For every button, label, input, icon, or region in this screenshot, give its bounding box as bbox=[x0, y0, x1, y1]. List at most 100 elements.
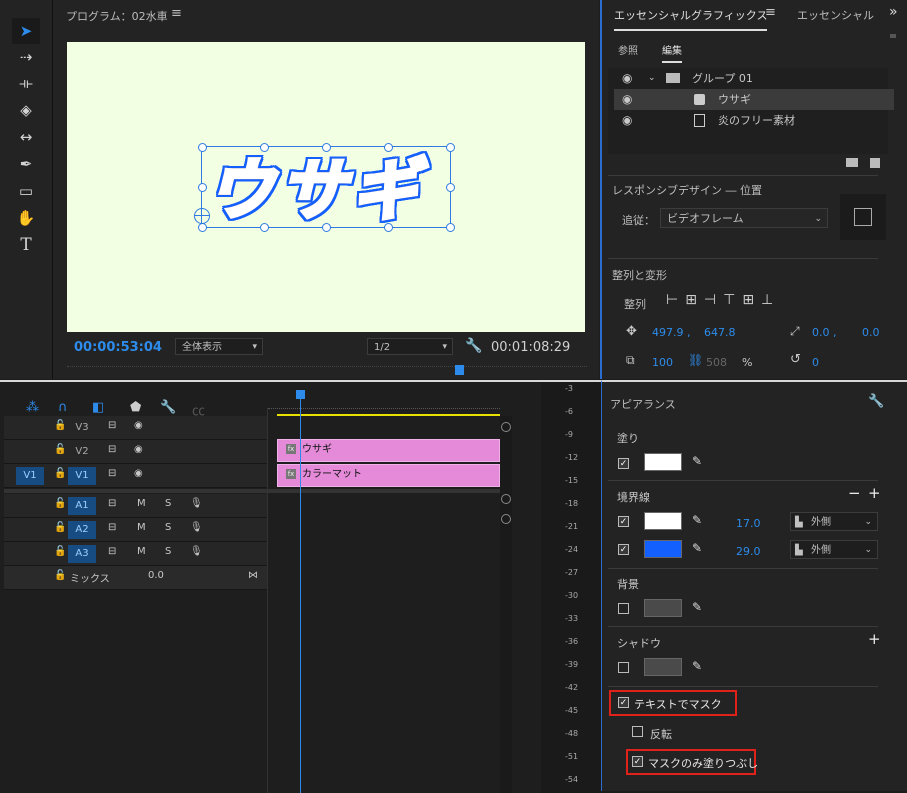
track-header-v2[interactable]: 🔓 V2 ⊟ ◉ bbox=[4, 440, 267, 464]
stroke1-checkbox[interactable]: ✓ bbox=[618, 516, 629, 527]
vertical-scrollbar[interactable] bbox=[500, 416, 512, 793]
lock-icon[interactable]: 🔓 bbox=[54, 420, 66, 431]
anchor-point-icon[interactable] bbox=[194, 208, 210, 224]
fill-color-swatch[interactable] bbox=[644, 453, 682, 471]
sync-lock-icon[interactable]: ⊟ bbox=[108, 444, 116, 455]
mask-text-checkbox[interactable]: ✓ bbox=[618, 697, 629, 708]
follow-dropdown[interactable]: ビデオフレーム ⌄ bbox=[660, 208, 828, 228]
stroke2-checkbox[interactable]: ✓ bbox=[618, 544, 629, 555]
pen-tool-icon[interactable]: ✒ bbox=[12, 151, 40, 177]
sync-lock-icon[interactable]: ⊟ bbox=[108, 546, 116, 557]
eye-icon[interactable]: ◉ bbox=[134, 444, 143, 455]
eyedropper-icon[interactable]: ✎ bbox=[692, 541, 702, 555]
lock-icon[interactable]: 🔓 bbox=[54, 468, 66, 479]
video-canvas[interactable]: ウサギ bbox=[67, 42, 585, 332]
align-buttons-icon[interactable]: ⊢⊞⊣⊤⊞⊥ bbox=[666, 292, 780, 308]
scale-value[interactable]: 100 bbox=[652, 356, 673, 369]
transform-handle[interactable] bbox=[198, 223, 207, 232]
eyedropper-icon[interactable]: ✎ bbox=[692, 659, 702, 673]
lock-icon[interactable]: 🔓 bbox=[54, 498, 66, 509]
playhead-handle[interactable] bbox=[296, 390, 305, 399]
scroll-handle[interactable] bbox=[501, 514, 511, 524]
program-time-ruler[interactable] bbox=[67, 366, 587, 377]
lock-icon[interactable]: 🔓 bbox=[54, 444, 66, 455]
wrench-icon[interactable]: 🔧 bbox=[465, 338, 482, 354]
mute-button[interactable]: M bbox=[137, 546, 146, 557]
marker-icon[interactable]: ⬟ bbox=[130, 400, 141, 415]
transform-handle[interactable] bbox=[384, 223, 393, 232]
background-checkbox[interactable] bbox=[618, 603, 629, 614]
anchor-x[interactable]: 0.0 , bbox=[812, 326, 837, 339]
position-y[interactable]: 647.8 bbox=[704, 326, 736, 339]
track-header-v1[interactable]: V1 🔓 V1 ⊟ ◉ bbox=[4, 464, 267, 488]
fill-checkbox[interactable]: ✓ bbox=[618, 458, 629, 469]
track-header-mix[interactable]: 🔓 ミックス 0.0 ⋈ bbox=[4, 566, 267, 590]
layer-row-video[interactable]: ◉ 炎のフリー素材 bbox=[614, 110, 894, 131]
remove-stroke-button[interactable]: − bbox=[848, 484, 861, 502]
clip-usagi[interactable]: fx ウサギ bbox=[277, 439, 500, 462]
stroke2-type-dropdown[interactable]: ▙ 外側 ⌄ bbox=[790, 540, 878, 559]
scrollbar-thumb[interactable] bbox=[890, 34, 896, 38]
transform-handle[interactable] bbox=[446, 143, 455, 152]
chevron-down-icon[interactable]: ⌄ bbox=[648, 68, 656, 89]
rectangle-tool-icon[interactable]: ▭ bbox=[12, 178, 40, 204]
eye-icon[interactable]: ◉ bbox=[622, 110, 632, 131]
track-header-v3[interactable]: 🔓 V3 ⊟ ◉ bbox=[4, 416, 267, 440]
stroke2-color-swatch[interactable] bbox=[644, 540, 682, 558]
eye-icon[interactable]: ◉ bbox=[622, 89, 632, 110]
subtab-browse[interactable]: 参照 bbox=[618, 42, 638, 57]
selection-tool-icon[interactable]: ➤ bbox=[12, 18, 40, 44]
eyedropper-icon[interactable]: ✎ bbox=[692, 513, 702, 527]
pin-widget[interactable] bbox=[840, 194, 886, 240]
eye-icon[interactable]: ◉ bbox=[134, 420, 143, 431]
transform-handle[interactable] bbox=[260, 143, 269, 152]
stroke2-width[interactable]: 29.0 bbox=[736, 545, 761, 558]
text-selection-box[interactable]: ウサギ bbox=[198, 143, 455, 232]
stroke1-type-dropdown[interactable]: ▙ 外側 ⌄ bbox=[790, 512, 878, 531]
sync-lock-icon[interactable]: ⊟ bbox=[108, 468, 116, 479]
layer-row-group[interactable]: ◉ ⌄ グループ 01 bbox=[614, 68, 894, 89]
sync-lock-icon[interactable]: ⊟ bbox=[108, 420, 116, 431]
lock-icon[interactable]: 🔓 bbox=[54, 522, 66, 533]
hand-tool-icon[interactable]: ✋ bbox=[12, 205, 40, 231]
transform-handle[interactable] bbox=[322, 223, 331, 232]
program-playhead[interactable] bbox=[455, 365, 464, 375]
add-shadow-button[interactable]: + bbox=[868, 630, 881, 648]
razor-tool-icon[interactable]: ◈ bbox=[12, 97, 40, 123]
rotation-value[interactable]: 0 bbox=[812, 356, 819, 369]
link-icon[interactable]: ⛓ bbox=[688, 353, 703, 367]
add-marker-icon[interactable]: ◧ bbox=[92, 400, 104, 415]
linked-selection-icon[interactable]: ∩ bbox=[58, 400, 68, 415]
slip-tool-icon[interactable]: ↔ bbox=[12, 124, 40, 150]
new-layer-icon[interactable] bbox=[870, 158, 880, 168]
wrench-icon[interactable]: 🔧 bbox=[160, 400, 176, 415]
track-select-tool-icon[interactable]: ⇢ bbox=[12, 44, 40, 70]
track-divider[interactable] bbox=[4, 489, 502, 493]
mix-value[interactable]: 0.0 bbox=[148, 570, 164, 581]
panel-menu-icon[interactable]: ≡ bbox=[171, 6, 182, 21]
solo-button[interactable]: S bbox=[165, 546, 171, 557]
sync-lock-icon[interactable]: ⊟ bbox=[108, 498, 116, 509]
ripple-edit-tool-icon[interactable]: ⟛ bbox=[12, 70, 40, 96]
transform-handle[interactable] bbox=[198, 143, 207, 152]
background-color-swatch[interactable] bbox=[644, 599, 682, 617]
scroll-handle[interactable] bbox=[501, 422, 511, 432]
scroll-handle[interactable] bbox=[501, 494, 511, 504]
track-label[interactable]: A3 bbox=[68, 545, 96, 563]
mic-icon[interactable]: 🎙 bbox=[190, 522, 203, 533]
eyedropper-icon[interactable]: ✎ bbox=[692, 454, 702, 468]
transform-handle[interactable] bbox=[446, 183, 455, 192]
eye-icon[interactable]: ◉ bbox=[622, 68, 632, 89]
resolution-dropdown[interactable]: 1/2 ▾ bbox=[367, 338, 453, 355]
tab-essential-sound[interactable]: エッセンシャル bbox=[797, 7, 874, 23]
type-tool-icon[interactable]: T bbox=[12, 232, 40, 258]
track-header-a2[interactable]: 🔓 A2 ⊟ M S 🎙 bbox=[4, 518, 267, 542]
transform-handle[interactable] bbox=[446, 223, 455, 232]
eyedropper-icon[interactable]: ✎ bbox=[692, 600, 702, 614]
transform-handle[interactable] bbox=[384, 143, 393, 152]
lock-icon[interactable]: 🔓 bbox=[54, 546, 66, 557]
add-stroke-button[interactable]: + bbox=[868, 484, 881, 502]
transform-handle[interactable] bbox=[322, 143, 331, 152]
new-group-icon[interactable] bbox=[846, 158, 858, 167]
mic-icon[interactable]: 🎙 bbox=[190, 546, 203, 557]
